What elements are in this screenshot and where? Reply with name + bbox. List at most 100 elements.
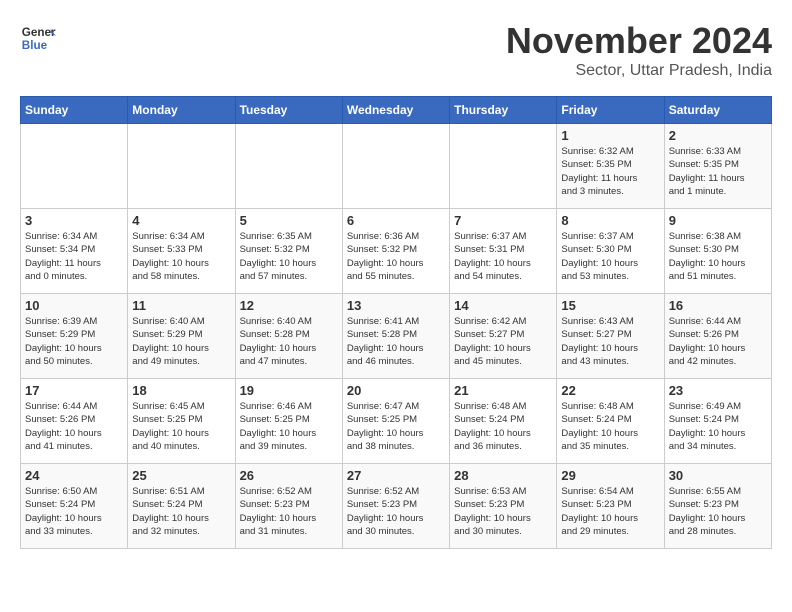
weekday-header-wednesday: Wednesday bbox=[342, 97, 449, 124]
day-info: Sunrise: 6:48 AM Sunset: 5:24 PM Dayligh… bbox=[561, 400, 659, 453]
day-info: Sunrise: 6:43 AM Sunset: 5:27 PM Dayligh… bbox=[561, 315, 659, 368]
day-number: 13 bbox=[347, 298, 445, 313]
day-number: 21 bbox=[454, 383, 552, 398]
calendar-cell: 29 Sunrise: 6:54 AM Sunset: 5:23 PM Dayli… bbox=[557, 464, 664, 549]
calendar-cell bbox=[342, 124, 449, 209]
day-number: 28 bbox=[454, 468, 552, 483]
day-info: Sunrise: 6:37 AM Sunset: 5:31 PM Dayligh… bbox=[454, 230, 552, 283]
title-area: November 2024 Sector, Uttar Pradesh, Ind… bbox=[506, 20, 772, 80]
day-info: Sunrise: 6:44 AM Sunset: 5:26 PM Dayligh… bbox=[25, 400, 123, 453]
calendar-cell: 10Sunrise: 6:39 AM Sunset: 5:29 PM Dayli… bbox=[21, 294, 128, 379]
day-info: Sunrise: 6:44 AM Sunset: 5:26 PM Dayligh… bbox=[669, 315, 767, 368]
day-info: Sunrise: 6:33 AM Sunset: 5:35 PM Dayligh… bbox=[669, 145, 767, 198]
weekday-header-monday: Monday bbox=[128, 97, 235, 124]
weekday-header-thursday: Thursday bbox=[450, 97, 557, 124]
day-number: 14 bbox=[454, 298, 552, 313]
day-info: Sunrise: 6:36 AM Sunset: 5:32 PM Dayligh… bbox=[347, 230, 445, 283]
day-number: 12 bbox=[240, 298, 338, 313]
calendar-cell bbox=[235, 124, 342, 209]
day-number: 5 bbox=[240, 213, 338, 228]
day-info: Sunrise: 6:49 AM Sunset: 5:24 PM Dayligh… bbox=[669, 400, 767, 453]
day-number: 4 bbox=[132, 213, 230, 228]
calendar-cell: 25 Sunrise: 6:51 AM Sunset: 5:24 PM Dayli… bbox=[128, 464, 235, 549]
calendar-cell: 6 Sunrise: 6:36 AM Sunset: 5:32 PM Daylig… bbox=[342, 209, 449, 294]
day-info: Sunrise: 6:32 AM Sunset: 5:35 PM Dayligh… bbox=[561, 145, 659, 198]
day-number: 9 bbox=[669, 213, 767, 228]
calendar-cell: 26Sunrise: 6:52 AM Sunset: 5:23 PM Dayli… bbox=[235, 464, 342, 549]
calendar-cell: 7 Sunrise: 6:37 AM Sunset: 5:31 PM Daylig… bbox=[450, 209, 557, 294]
day-number: 17 bbox=[25, 383, 123, 398]
day-info: Sunrise: 6:35 AM Sunset: 5:32 PM Dayligh… bbox=[240, 230, 338, 283]
weekday-header-sunday: Sunday bbox=[21, 97, 128, 124]
calendar-cell: 11 Sunrise: 6:40 AM Sunset: 5:29 PM Dayli… bbox=[128, 294, 235, 379]
calendar-cell: 24 Sunrise: 6:50 AM Sunset: 5:24 PM Dayli… bbox=[21, 464, 128, 549]
day-info: Sunrise: 6:55 AM Sunset: 5:23 PM Dayligh… bbox=[669, 485, 767, 538]
day-info: Sunrise: 6:51 AM Sunset: 5:24 PM Dayligh… bbox=[132, 485, 230, 538]
day-number: 16 bbox=[669, 298, 767, 313]
calendar-cell: 2 Sunrise: 6:33 AM Sunset: 5:35 PM Daylig… bbox=[664, 124, 771, 209]
calendar-week-2: 3Sunrise: 6:34 AM Sunset: 5:34 PM Daylig… bbox=[21, 209, 772, 294]
calendar-week-1: 1 Sunrise: 6:32 AM Sunset: 5:35 PM Daylig… bbox=[21, 124, 772, 209]
calendar-cell bbox=[21, 124, 128, 209]
logo: General Blue bbox=[20, 20, 56, 56]
logo-icon: General Blue bbox=[20, 20, 56, 56]
calendar-cell: 4 Sunrise: 6:34 AM Sunset: 5:33 PM Daylig… bbox=[128, 209, 235, 294]
weekday-header-saturday: Saturday bbox=[664, 97, 771, 124]
day-info: Sunrise: 6:42 AM Sunset: 5:27 PM Dayligh… bbox=[454, 315, 552, 368]
calendar-cell: 9 Sunrise: 6:38 AM Sunset: 5:30 PM Daylig… bbox=[664, 209, 771, 294]
day-info: Sunrise: 6:34 AM Sunset: 5:34 PM Dayligh… bbox=[25, 230, 123, 283]
calendar-cell: 14 Sunrise: 6:42 AM Sunset: 5:27 PM Dayli… bbox=[450, 294, 557, 379]
calendar-cell bbox=[128, 124, 235, 209]
day-info: Sunrise: 6:52 AM Sunset: 5:23 PM Dayligh… bbox=[240, 485, 338, 538]
calendar-cell: 3Sunrise: 6:34 AM Sunset: 5:34 PM Daylig… bbox=[21, 209, 128, 294]
day-info: Sunrise: 6:38 AM Sunset: 5:30 PM Dayligh… bbox=[669, 230, 767, 283]
weekday-header-friday: Friday bbox=[557, 97, 664, 124]
calendar-cell: 12 Sunrise: 6:40 AM Sunset: 5:28 PM Dayli… bbox=[235, 294, 342, 379]
day-info: Sunrise: 6:50 AM Sunset: 5:24 PM Dayligh… bbox=[25, 485, 123, 538]
day-number: 7 bbox=[454, 213, 552, 228]
calendar-cell: 1 Sunrise: 6:32 AM Sunset: 5:35 PM Daylig… bbox=[557, 124, 664, 209]
day-info: Sunrise: 6:40 AM Sunset: 5:29 PM Dayligh… bbox=[132, 315, 230, 368]
day-info: Sunrise: 6:34 AM Sunset: 5:33 PM Dayligh… bbox=[132, 230, 230, 283]
day-info: Sunrise: 6:46 AM Sunset: 5:25 PM Dayligh… bbox=[240, 400, 338, 453]
day-number: 23 bbox=[669, 383, 767, 398]
day-number: 25 bbox=[132, 468, 230, 483]
calendar-cell: 22 Sunrise: 6:48 AM Sunset: 5:24 PM Dayli… bbox=[557, 379, 664, 464]
day-number: 18 bbox=[132, 383, 230, 398]
calendar-cell: 5 Sunrise: 6:35 AM Sunset: 5:32 PM Daylig… bbox=[235, 209, 342, 294]
weekday-header-tuesday: Tuesday bbox=[235, 97, 342, 124]
calendar-cell: 30Sunrise: 6:55 AM Sunset: 5:23 PM Dayli… bbox=[664, 464, 771, 549]
calendar-cell: 18Sunrise: 6:45 AM Sunset: 5:25 PM Dayli… bbox=[128, 379, 235, 464]
day-number: 24 bbox=[25, 468, 123, 483]
day-info: Sunrise: 6:48 AM Sunset: 5:24 PM Dayligh… bbox=[454, 400, 552, 453]
calendar-week-4: 17 Sunrise: 6:44 AM Sunset: 5:26 PM Dayli… bbox=[21, 379, 772, 464]
calendar-cell: 8 Sunrise: 6:37 AM Sunset: 5:30 PM Daylig… bbox=[557, 209, 664, 294]
month-title: November 2024 bbox=[506, 20, 772, 62]
day-info: Sunrise: 6:54 AM Sunset: 5:23 PM Dayligh… bbox=[561, 485, 659, 538]
calendar-cell: 21 Sunrise: 6:48 AM Sunset: 5:24 PM Dayli… bbox=[450, 379, 557, 464]
calendar-cell: 27 Sunrise: 6:52 AM Sunset: 5:23 PM Dayli… bbox=[342, 464, 449, 549]
day-number: 22 bbox=[561, 383, 659, 398]
calendar-table: SundayMondayTuesdayWednesdayThursdayFrid… bbox=[20, 96, 772, 549]
calendar-cell: 19Sunrise: 6:46 AM Sunset: 5:25 PM Dayli… bbox=[235, 379, 342, 464]
calendar-cell: 28 Sunrise: 6:53 AM Sunset: 5:23 PM Dayli… bbox=[450, 464, 557, 549]
day-number: 27 bbox=[347, 468, 445, 483]
calendar-cell: 23 Sunrise: 6:49 AM Sunset: 5:24 PM Dayli… bbox=[664, 379, 771, 464]
day-info: Sunrise: 6:53 AM Sunset: 5:23 PM Dayligh… bbox=[454, 485, 552, 538]
day-info: Sunrise: 6:52 AM Sunset: 5:23 PM Dayligh… bbox=[347, 485, 445, 538]
day-number: 29 bbox=[561, 468, 659, 483]
day-number: 11 bbox=[132, 298, 230, 313]
day-number: 1 bbox=[561, 128, 659, 143]
calendar-cell: 17 Sunrise: 6:44 AM Sunset: 5:26 PM Dayli… bbox=[21, 379, 128, 464]
day-number: 20 bbox=[347, 383, 445, 398]
location-subtitle: Sector, Uttar Pradesh, India bbox=[506, 62, 772, 80]
calendar-cell: 16 Sunrise: 6:44 AM Sunset: 5:26 PM Dayli… bbox=[664, 294, 771, 379]
day-info: Sunrise: 6:37 AM Sunset: 5:30 PM Dayligh… bbox=[561, 230, 659, 283]
day-number: 2 bbox=[669, 128, 767, 143]
day-number: 8 bbox=[561, 213, 659, 228]
calendar-cell bbox=[450, 124, 557, 209]
calendar-cell: 20Sunrise: 6:47 AM Sunset: 5:25 PM Dayli… bbox=[342, 379, 449, 464]
day-number: 6 bbox=[347, 213, 445, 228]
calendar-week-5: 24 Sunrise: 6:50 AM Sunset: 5:24 PM Dayli… bbox=[21, 464, 772, 549]
day-info: Sunrise: 6:40 AM Sunset: 5:28 PM Dayligh… bbox=[240, 315, 338, 368]
